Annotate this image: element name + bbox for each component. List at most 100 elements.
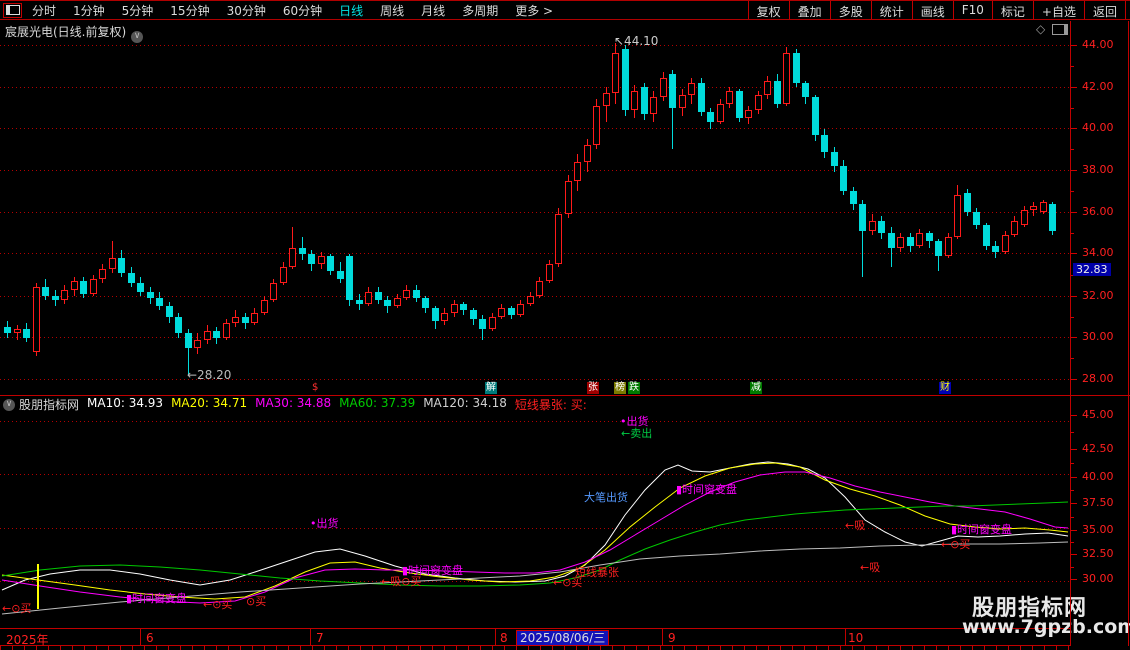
action-menu: 复权 叠加 多股 统计 画线 F10 标记 +自选 返回 [747,1,1130,19]
price-axis-label: 28.00 [1082,372,1114,385]
candle [460,304,467,311]
price-axis-label: 36.00 [1082,205,1114,218]
candle [118,258,125,273]
action-item-1[interactable]: 叠加 [788,1,830,19]
candle [982,224,990,246]
candle [289,247,296,267]
candle [32,287,40,353]
candle [1039,201,1047,213]
period-item-3[interactable]: 15分钟 [170,2,209,19]
event-badge: 张 [587,382,599,394]
candle [878,220,885,234]
price-axis-label: 34.00 [1082,246,1114,259]
month-label: 8 [500,631,508,645]
candle [992,245,999,252]
ma-values: MA10: 34.93 MA20: 34.71 MA30: 34.88 MA60: 3… [87,396,595,413]
price-axis-label: 30.00 [1082,330,1114,343]
price-axis-label: 42.00 [1082,80,1114,93]
period-item-2[interactable]: 5分钟 [122,2,154,19]
chart-title: 宸展光电(日线.前复权) ∨ [5,23,144,43]
action-item-5[interactable]: F10 [952,1,992,19]
last-price-tag: 32.83 [1073,263,1111,276]
period-item-5[interactable]: 60分钟 [283,2,322,19]
candle [213,331,220,338]
period-item-1[interactable]: 1分钟 [73,2,105,19]
candle [916,233,923,246]
candle [944,237,952,257]
axis-left-border [1070,21,1071,646]
candle [802,82,809,98]
indicator-annotation: ←卖出 [621,427,653,440]
candle [279,266,287,284]
candle [574,162,581,181]
action-item-6[interactable]: 标记 [991,1,1033,19]
period-item-8[interactable]: 月线 [421,2,445,19]
split-square-glyph [5,5,20,15]
price-axis-tick [1071,87,1077,88]
candle [593,105,600,146]
action-item-7[interactable]: +自选 [1032,1,1084,19]
candle [745,109,752,119]
price-axis-tick [1071,253,1077,254]
action-item-3[interactable]: 统计 [870,1,912,19]
candle [735,90,743,119]
action-item-4[interactable]: 画线 [911,1,953,19]
indicator-annotation: ←⊙买 [2,602,32,615]
candle [498,308,505,317]
candle [821,134,828,152]
period-item-10[interactable]: 更多 > [515,2,553,19]
indicator-annotation: ←⊙买 [553,576,583,589]
chevron-down-icon[interactable]: ∨ [131,31,144,43]
period-item-0[interactable]: 分时 [32,2,56,19]
indicator-axis-minor-tick [1071,516,1074,518]
period-item-7[interactable]: 周线 [380,2,404,19]
candle [507,308,515,315]
candle [422,297,429,309]
price-axis-minor-tick [1071,107,1074,109]
diamond-icon[interactable]: ◇ [1036,22,1045,36]
yellow-line [1,462,1069,600]
candle [441,312,448,321]
indicator-annotation: ⊙买 [246,595,267,608]
candle [688,82,695,96]
layout-split-icon[interactable] [3,2,22,18]
candle [897,237,904,248]
month-label: 9 [668,631,676,645]
candle [403,289,410,298]
candle [697,82,705,112]
price-annotation: ←28.20 [187,368,232,382]
period-item-6[interactable]: 日线 [339,2,363,19]
candle [412,289,420,298]
indicator-annotation: ←吸 [860,561,881,574]
ma-value-0: MA10: 34.93 [87,396,164,410]
candle [954,195,961,238]
period-item-9[interactable]: 多周期 [462,2,498,19]
price-axis-tick [1071,337,1077,338]
indicator-axis-label: 40.00 [1082,470,1114,483]
indicator-axis-minor-tick [1071,542,1074,543]
candle [583,145,591,163]
main-gridline [0,212,1070,213]
window-icon[interactable] [1052,23,1069,35]
action-item-8[interactable]: 返回 [1083,1,1126,19]
indicator-axis-tick [1071,503,1077,504]
event-badge: $ [312,382,319,393]
indicator-axis-tick [1071,554,1077,555]
price-axis-minor-tick [1071,191,1074,192]
candle [336,270,344,280]
price-axis-minor-tick [1071,316,1074,318]
price-axis-tick [1071,128,1077,129]
price-axis-minor-tick [1071,232,1074,234]
candle [61,289,68,300]
candle [479,318,486,330]
action-item-0[interactable]: 复权 [747,1,789,19]
candle [1020,210,1028,225]
candle [640,86,648,114]
candle [99,268,106,280]
candle [374,291,382,300]
period-item-4[interactable]: 30分钟 [227,2,266,19]
price-axis-tick [1071,45,1077,46]
candle [906,237,914,246]
action-item-2[interactable]: 多股 [829,1,871,19]
chevron-down-circle-icon[interactable]: ∨ [3,398,15,411]
